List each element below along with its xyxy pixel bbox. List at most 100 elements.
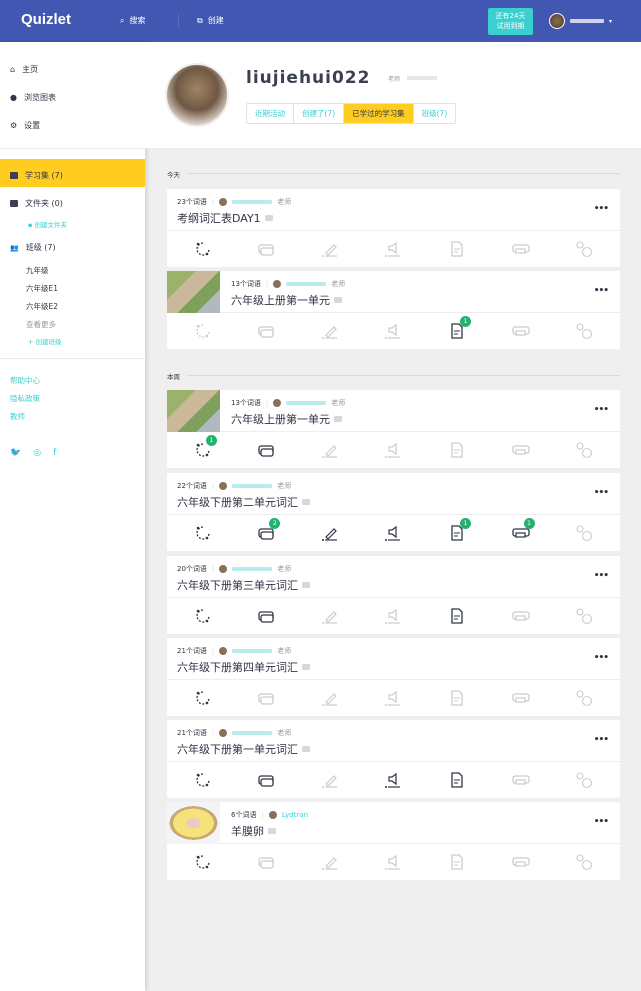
twitter-icon[interactable]: 🐦 <box>10 448 21 458</box>
flashcards-mode-button[interactable] <box>257 689 275 707</box>
more-options-icon[interactable]: ••• <box>594 735 609 745</box>
match-mode-button[interactable] <box>511 771 530 789</box>
set-title[interactable]: 六年级下册第二单元词汇 <box>177 494 310 510</box>
blurred-author[interactable] <box>232 731 273 735</box>
write-mode-button[interactable] <box>321 524 339 542</box>
study-set-card[interactable]: 21个词语 | 老师 六年级下册第四单元词汇 ••• <box>167 638 620 716</box>
blurred-author[interactable] <box>232 484 273 488</box>
more-options-icon[interactable]: ••• <box>594 653 609 663</box>
write-mode-button[interactable] <box>321 441 339 459</box>
flashcards-mode-button[interactable] <box>257 240 275 258</box>
more-options-icon[interactable]: ••• <box>594 204 609 214</box>
study-set-card[interactable]: 13个词语 | 老师 六年级上册第一单元 ••• 1 <box>167 390 620 468</box>
gravity-mode-button[interactable] <box>575 853 593 871</box>
more-options-icon[interactable]: ••• <box>594 817 609 827</box>
tab-recent-activity[interactable]: 近期活动 <box>247 104 294 123</box>
sidebar-item-home[interactable]: ⌂ 主页 <box>10 64 38 75</box>
learn-mode-button[interactable] <box>194 689 212 707</box>
study-set-card[interactable]: 21个词语 | 老师 六年级下册第一单元词汇 ••• <box>167 720 620 798</box>
blurred-author[interactable] <box>232 649 273 653</box>
sidebar-item-settings[interactable]: ⚙ 设置 <box>10 120 40 131</box>
test-mode-button[interactable] <box>448 689 466 707</box>
quizlet-logo[interactable]: Quizlet <box>21 11 71 28</box>
flashcards-mode-button[interactable]: 2 <box>257 518 281 542</box>
learn-mode-button[interactable] <box>194 322 212 340</box>
test-mode-button[interactable] <box>448 853 466 871</box>
blurred-author[interactable] <box>232 200 273 204</box>
sidebar-item-classes[interactable]: 👥 班级 (7) <box>10 242 56 253</box>
spell-mode-button[interactable] <box>384 607 402 625</box>
set-title[interactable]: 六年级下册第一单元词汇 <box>177 741 310 757</box>
blurred-author[interactable] <box>286 401 327 405</box>
write-mode-button[interactable] <box>321 240 339 258</box>
more-options-icon[interactable]: ••• <box>594 488 609 498</box>
tab-studied-sets[interactable]: 已学过的学习集 <box>344 104 414 123</box>
facebook-icon[interactable]: f <box>53 448 56 458</box>
spell-mode-button[interactable] <box>384 689 402 707</box>
gravity-mode-button[interactable] <box>575 771 593 789</box>
test-mode-button[interactable] <box>448 607 466 625</box>
search-button[interactable]: ⌕ 搜索 <box>120 15 145 26</box>
set-title[interactable]: 羊膜卵 <box>231 823 276 839</box>
more-options-icon[interactable]: ••• <box>594 405 609 415</box>
class-item[interactable]: 六年级E1 <box>26 283 58 294</box>
set-title[interactable]: 六年级下册第四单元词汇 <box>177 659 310 675</box>
class-item[interactable]: 九年级 <box>26 265 49 276</box>
gravity-mode-button[interactable] <box>575 607 593 625</box>
create-class-link[interactable]: + 创建班级 <box>28 336 62 346</box>
help-link[interactable]: 帮助中心 <box>10 375 40 386</box>
blurred-author[interactable] <box>286 282 327 286</box>
teachers-link[interactable]: 教师 <box>10 411 25 422</box>
spell-mode-button[interactable] <box>384 771 402 789</box>
sidebar-item-browse[interactable]: ● 浏览图表 <box>10 92 56 103</box>
flashcards-mode-button[interactable] <box>257 607 275 625</box>
study-set-card[interactable]: 6个词语 | Lydtran 羊膜卵 ••• <box>167 802 620 880</box>
study-set-card[interactable]: 23个词语 | 老师 考纲词汇表DAY1 ••• <box>167 189 620 267</box>
blurred-author[interactable] <box>232 567 273 571</box>
see-more-link[interactable]: 查看更多 <box>26 319 56 330</box>
tab-created[interactable]: 创建了(7) <box>294 104 345 123</box>
learn-mode-button[interactable] <box>194 240 212 258</box>
sidebar-item-sets[interactable]: 学习集 (7) <box>10 170 63 181</box>
spell-mode-button[interactable] <box>384 322 402 340</box>
write-mode-button[interactable] <box>321 853 339 871</box>
set-title[interactable]: 六年级下册第三单元词汇 <box>177 577 310 593</box>
learn-mode-button[interactable] <box>194 771 212 789</box>
gravity-mode-button[interactable] <box>575 524 593 542</box>
gravity-mode-button[interactable] <box>575 240 593 258</box>
write-mode-button[interactable] <box>321 689 339 707</box>
privacy-link[interactable]: 隐私政策 <box>10 393 40 404</box>
study-set-card[interactable]: 13个词语 | 老师 六年级上册第一单元 ••• 1 <box>167 271 620 349</box>
learn-mode-button[interactable] <box>194 853 212 871</box>
spell-mode-button[interactable] <box>384 441 402 459</box>
set-title[interactable]: 六年级上册第一单元 <box>231 411 342 427</box>
more-options-icon[interactable]: ••• <box>594 286 609 296</box>
test-mode-button[interactable]: 1 <box>448 316 472 340</box>
learn-mode-button[interactable] <box>194 607 212 625</box>
write-mode-button[interactable] <box>321 607 339 625</box>
study-set-card[interactable]: 20个词语 | 老师 六年级下册第三单元词汇 ••• <box>167 556 620 634</box>
sidebar-item-folders[interactable]: 文件夹 (0) <box>10 198 63 209</box>
more-options-icon[interactable]: ••• <box>594 571 609 581</box>
create-folder-link[interactable]: ▪ 创建文件夹 <box>28 219 67 229</box>
test-mode-button[interactable]: 1 <box>448 518 472 542</box>
match-mode-button[interactable] <box>511 607 530 625</box>
test-mode-button[interactable] <box>448 441 466 459</box>
class-item[interactable]: 六年级E2 <box>26 301 58 312</box>
match-mode-button[interactable] <box>511 853 530 871</box>
flashcards-mode-button[interactable] <box>257 853 275 871</box>
flashcards-mode-button[interactable] <box>257 441 275 459</box>
tab-classes[interactable]: 班级(7) <box>414 104 456 123</box>
trial-button[interactable]: 还有24天 试用到期 <box>488 8 533 35</box>
test-mode-button[interactable] <box>448 771 466 789</box>
flashcards-mode-button[interactable] <box>257 771 275 789</box>
spell-mode-button[interactable] <box>384 240 402 258</box>
gravity-mode-button[interactable] <box>575 689 593 707</box>
match-mode-button[interactable] <box>511 322 530 340</box>
spell-mode-button[interactable] <box>384 853 402 871</box>
gravity-mode-button[interactable] <box>575 322 593 340</box>
flashcards-mode-button[interactable] <box>257 322 275 340</box>
match-mode-button[interactable] <box>511 240 530 258</box>
write-mode-button[interactable] <box>321 322 339 340</box>
study-set-card[interactable]: 22个词语 | 老师 六年级下册第二单元词汇 ••• 2 1 1 <box>167 473 620 551</box>
